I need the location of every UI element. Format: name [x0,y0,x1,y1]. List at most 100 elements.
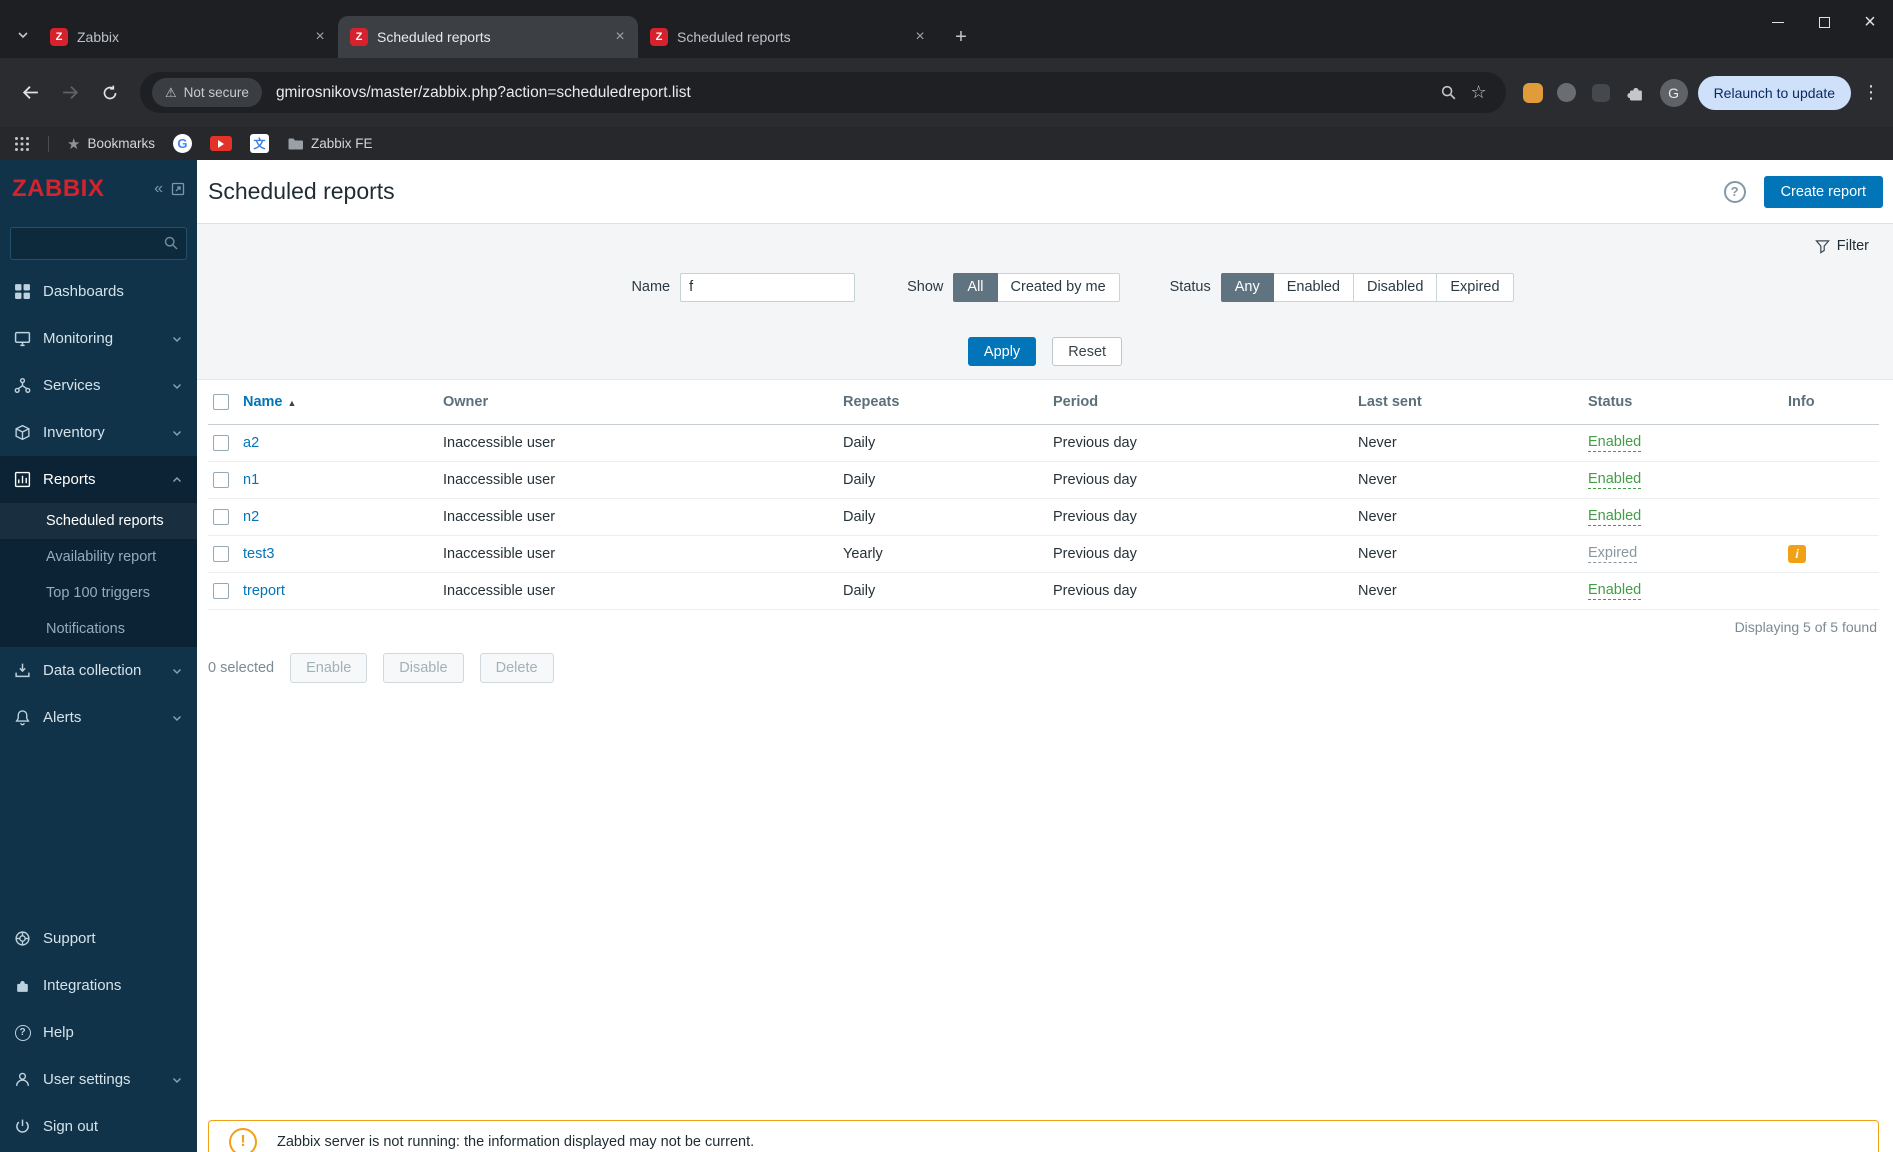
profile-avatar[interactable]: G [1659,78,1688,107]
tab-scheduled-reports-2[interactable]: Z Scheduled reports [638,16,938,58]
report-name-link[interactable]: a2 [243,435,259,451]
main-content: Scheduled reports Create report Filter [197,160,1893,1152]
bookmark-star-button[interactable] [1464,78,1494,108]
relaunch-to-update-button[interactable]: Relaunch to update [1697,75,1851,110]
sidebar-item-label: Help [43,1024,74,1041]
info-cell [1788,424,1879,462]
sidebar-item-user-settings[interactable]: User settings [0,1056,197,1103]
status-option-enabled[interactable]: Enabled [1272,272,1354,302]
header-actions: Create report [1723,175,1883,208]
window-minimize-button[interactable] [1755,0,1801,44]
sidebar-subitem-scheduled-reports[interactable]: Scheduled reports [0,503,197,539]
server-warning-banner: Zabbix server is not running: the inform… [208,1120,1879,1152]
zoom-lens-button[interactable] [1434,78,1464,108]
row-checkbox[interactable] [213,471,229,488]
sidebar-collapse-icon[interactable] [154,180,163,198]
tab-close-icon[interactable] [610,27,630,47]
status-link[interactable]: Expired [1588,545,1638,563]
report-name-link[interactable]: n1 [243,472,259,488]
report-name-link[interactable]: test3 [243,546,274,562]
sidebar-subitem-notifications[interactable]: Notifications [0,611,197,647]
tab-search-button[interactable] [8,18,38,52]
delete-button[interactable]: Delete [479,652,554,683]
period-cell: Previous day [1053,424,1358,462]
status-link[interactable]: Enabled [1588,508,1642,526]
reset-button[interactable]: Reset [1052,337,1123,366]
name-filter-input[interactable] [680,272,856,302]
browser-menu-button[interactable] [1861,75,1881,111]
extension-1-button[interactable] [1518,78,1548,108]
sidebar-item-reports[interactable]: Reports [0,456,197,503]
disable-button[interactable]: Disable [383,652,464,683]
status-option-expired[interactable]: Expired [1436,272,1514,302]
security-chip[interactable]: Not secure [152,78,262,107]
new-tab-button[interactable] [946,22,976,52]
address-bar[interactable]: Not secure gmirosnikovs/master/zabbix.ph… [140,72,1506,113]
window-maximize-button[interactable] [1801,0,1847,44]
create-report-button[interactable]: Create report [1763,175,1883,208]
sidebar-subitem-top-100-triggers[interactable]: Top 100 triggers [0,575,197,611]
extensions-menu-button[interactable] [1620,78,1650,108]
back-button[interactable] [12,75,48,111]
tab-scheduled-reports-active[interactable]: Z Scheduled reports [338,16,638,58]
select-all-checkbox[interactable] [213,393,229,410]
row-checkbox[interactable] [213,508,229,525]
bookmark-youtube[interactable] [209,136,232,151]
filter-tab[interactable]: Filter [1814,238,1869,254]
window-close-button[interactable] [1847,0,1893,44]
show-filter-label: Show [907,279,944,295]
zabbix-logo[interactable]: ZABBIX [12,175,104,203]
sidebar-search-input[interactable] [10,227,187,260]
row-checkbox[interactable] [213,545,229,562]
sidebar-subitem-availability-report[interactable]: Availability report [0,539,197,575]
show-segmented-control: All Created by me [953,272,1120,302]
alerts-bell-icon [14,709,31,726]
bookmark-translate[interactable] [249,134,269,153]
status-link[interactable]: Enabled [1588,582,1642,600]
show-option-all[interactable]: All [953,272,998,302]
sidebar-item-label: Dashboards [43,283,124,300]
sidebar-item-sign-out[interactable]: Sign out [0,1103,197,1150]
sidebar-item-monitoring[interactable]: Monitoring [0,315,197,362]
sidebar-item-help[interactable]: Help [0,1009,197,1056]
sidebar-item-services[interactable]: Services [0,362,197,409]
extension-3-button[interactable] [1586,78,1616,108]
tab-close-icon[interactable] [910,27,930,47]
status-link[interactable]: Enabled [1588,471,1642,489]
sidebar-item-integrations[interactable]: Integrations [0,962,197,1009]
sidebar-item-dashboards[interactable]: Dashboards [0,268,197,315]
last-sent-cell: Never [1358,461,1588,499]
status-link[interactable]: Enabled [1588,434,1642,452]
row-checkbox[interactable] [213,582,229,599]
sidebar-item-inventory[interactable]: Inventory [0,409,197,456]
enable-button[interactable]: Enable [290,652,368,683]
report-name-link[interactable]: n2 [243,509,259,525]
column-header-name[interactable]: Name [243,394,283,410]
reports-table-section: Name ▲ Owner Repeats Period Last sent Sta… [197,380,1893,635]
sidebar-popout-icon[interactable] [171,182,185,196]
bookmarks-menu-button[interactable]: Bookmarks [67,135,155,153]
status-option-any[interactable]: Any [1220,272,1274,302]
report-name-link[interactable]: treport [243,583,285,599]
tab-zabbix[interactable]: Z Zabbix [38,16,338,58]
reload-button[interactable] [92,75,128,111]
search-icon [163,235,179,255]
column-header-repeats: Repeats [843,380,1053,425]
sidebar-item-alerts[interactable]: Alerts [0,694,197,741]
row-checkbox[interactable] [213,434,229,451]
apps-grid-button[interactable] [14,136,30,152]
sidebar-logo-row: ZABBIX [0,160,197,218]
tab-close-icon[interactable] [310,27,330,47]
info-warning-icon[interactable]: i [1788,544,1806,563]
forward-button[interactable] [52,75,88,111]
extension-2-button[interactable] [1552,78,1582,108]
url-text[interactable]: gmirosnikovs/master/zabbix.php?action=sc… [276,84,1434,102]
bookmark-google[interactable]: G [172,134,192,153]
bookmark-folder-zabbix-fe[interactable]: Zabbix FE [287,136,373,151]
sidebar-item-data-collection[interactable]: Data collection [0,647,197,694]
show-option-created-by-me[interactable]: Created by me [996,272,1120,302]
sidebar-item-support[interactable]: Support [0,915,197,962]
apply-button[interactable]: Apply [967,337,1037,366]
page-help-icon[interactable] [1723,180,1746,203]
status-option-disabled[interactable]: Disabled [1352,272,1438,302]
